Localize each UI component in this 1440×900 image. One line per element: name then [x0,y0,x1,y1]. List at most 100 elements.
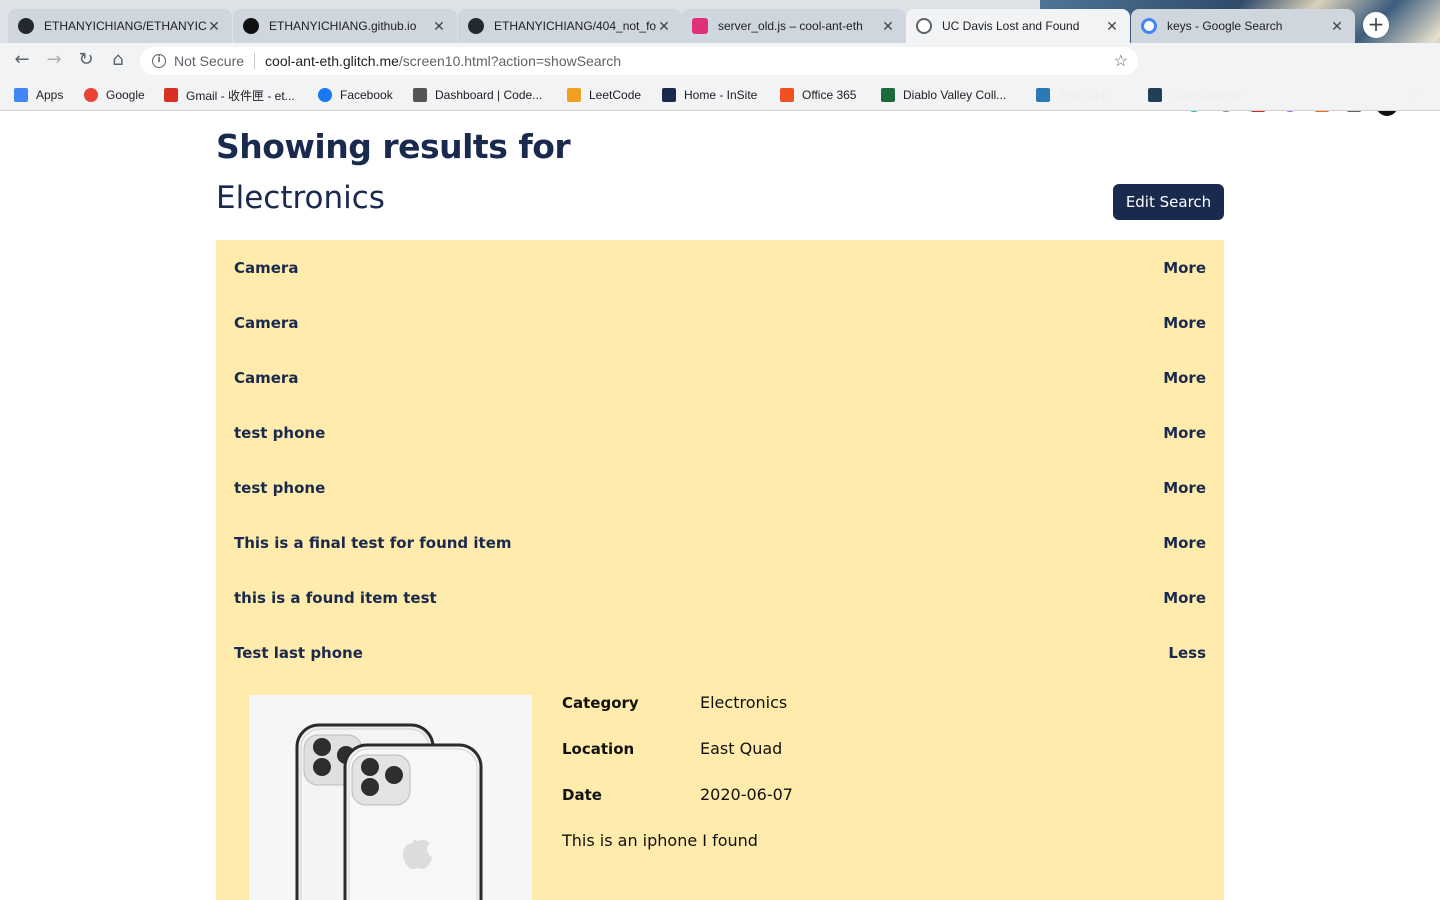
tab-github-io[interactable]: ETHANYICHIANG.github.io ✕ [233,9,457,43]
date-value: 2020-06-07 [700,785,793,804]
bookmark-dvc[interactable]: Diablo Valley Coll... [881,86,1006,104]
google-icon [84,88,98,102]
search-category: Electronics [216,180,385,216]
item-photo [249,695,532,900]
tab-title: ETHANYICHIANG.github.io [269,19,417,33]
bookmark-leetcode[interactable]: LeetCode [567,86,641,104]
list-item-expanded: Test last phone Less [234,641,1206,665]
leetcode-icon [567,88,581,102]
list-item: Camera More [234,256,1206,280]
office-icon [780,88,794,102]
more-button[interactable]: More [1163,479,1206,497]
bookmark-icon [1036,88,1050,102]
bookmark-gmail[interactable]: Gmail - 收件匣 - et... [164,86,295,104]
results-list: Camera More Camera More Camera More test… [216,240,1224,900]
bookmarks-bar: Apps Google Gmail - 收件匣 - et... Facebook… [0,78,1440,111]
google-icon [1141,18,1157,34]
more-button[interactable]: More [1163,314,1206,332]
location-value: East Quad [700,739,783,758]
code-icon [243,18,259,34]
bookmark-dashboard[interactable]: Dashboard | Code... [413,86,542,104]
item-name: test phone [234,479,326,497]
more-button[interactable]: More [1163,589,1206,607]
page-content: Showing results for Electronics Edit Sea… [216,111,1224,900]
item-name: Test last phone [234,644,363,662]
address-divider [254,53,256,69]
item-name: Camera [234,259,299,277]
less-button[interactable]: Less [1168,644,1206,662]
item-description: This is an iphone I found [562,831,758,850]
reload-icon[interactable]: ↻ [75,49,97,71]
close-icon[interactable]: ✕ [1329,18,1345,35]
close-icon[interactable]: ✕ [656,18,672,35]
dvc-icon [881,88,895,102]
tab-title: UC Davis Lost and Found [942,19,1080,33]
tab-google-search[interactable]: keys - Google Search ✕ [1131,9,1355,43]
url-host: cool-ant-eth.glitch.me [265,53,399,69]
bookmark-apps[interactable]: Apps [14,86,63,104]
page-title: Showing results for [216,127,571,166]
glitch-icon [692,18,708,34]
back-icon[interactable]: ← [11,49,33,71]
bookmark-chinese[interactable]: 壹經資料 [1036,86,1106,104]
security-label: Not Secure [174,53,245,69]
tab-github-404[interactable]: ETHANYICHIANG/404_not_found ✕ [458,9,682,43]
facebook-icon [318,88,332,102]
info-icon[interactable]: i [152,54,166,68]
globe-icon [916,18,932,34]
list-item: test phone More [234,476,1206,500]
forward-icon[interactable]: → [43,49,65,71]
item-name: this is a found item test [234,589,437,607]
bookmark-facebook[interactable]: Facebook [318,86,393,104]
list-item: This is a final test for found item More [234,531,1206,555]
item-name: test phone [234,424,326,442]
tab-title: keys - Google Search [1167,19,1283,33]
bookmark-insite[interactable]: Home - InSite [662,86,757,104]
more-button[interactable]: More [1163,259,1206,277]
item-name: Camera [234,369,299,387]
url-path: /screen10.html?action=showSearch [398,53,622,69]
more-button[interactable]: More [1163,534,1206,552]
tab-lost-and-found[interactable]: UC Davis Lost and Found ✕ [906,9,1130,43]
tab-strip: ETHANYICHIANG/ETHANYICHIANG ✕ ETHANYICHI… [0,0,1440,111]
insite-icon [662,88,676,102]
category-label: Category [562,694,639,712]
more-button[interactable]: More [1163,424,1206,442]
list-item: Camera More [234,311,1206,335]
bookmark-google[interactable]: Google [84,86,145,104]
browser-toolbar: ← → ↻ ⌂ i Not Secure cool-ant-eth.glitch… [0,43,1440,116]
close-icon[interactable]: ✕ [880,18,896,35]
tab-title: ETHANYICHIANG/ETHANYICHIANG [44,19,206,33]
tab-github-profile[interactable]: ETHANYICHIANG/ETHANYICHIANG ✕ [8,9,232,43]
tab-title: ETHANYICHIANG/404_not_found [494,19,656,33]
more-button[interactable]: More [1163,369,1206,387]
gmail-icon [164,88,178,102]
date-label: Date [562,786,602,804]
item-name: Camera [234,314,299,332]
home-icon[interactable]: ⌂ [107,49,129,71]
close-icon[interactable]: ✕ [431,18,447,35]
bookmark-codecademy[interactable]: Codecademy [1148,86,1241,104]
github-icon [468,18,484,34]
chevron-right-icon[interactable]: » [1410,86,1417,104]
apps-grid-icon [14,88,28,102]
category-value: Electronics [700,693,788,712]
tab-glitch-server[interactable]: server_old.js – cool-ant-eth ✕ [682,9,906,43]
github-icon [18,18,34,34]
code-icon [413,88,427,102]
location-label: Location [562,740,635,758]
phone-image [295,723,483,900]
new-tab-button[interactable]: + [1363,12,1389,38]
list-item: Camera More [234,366,1206,390]
address-bar[interactable]: i Not Secure cool-ant-eth.glitch.me /scr… [140,47,1138,75]
tab-title: server_old.js – cool-ant-eth [718,19,863,33]
close-icon[interactable]: ✕ [206,18,222,35]
list-item: test phone More [234,421,1206,445]
edit-search-button[interactable]: Edit Search [1113,184,1224,220]
list-item: this is a found item test More [234,586,1206,610]
bookmark-office365[interactable]: Office 365 [780,86,856,104]
item-name: This is a final test for found item [234,534,512,552]
bookmark-star-icon[interactable]: ☆ [1114,51,1128,71]
close-icon[interactable]: ✕ [1104,18,1120,35]
codecademy-icon [1148,88,1162,102]
